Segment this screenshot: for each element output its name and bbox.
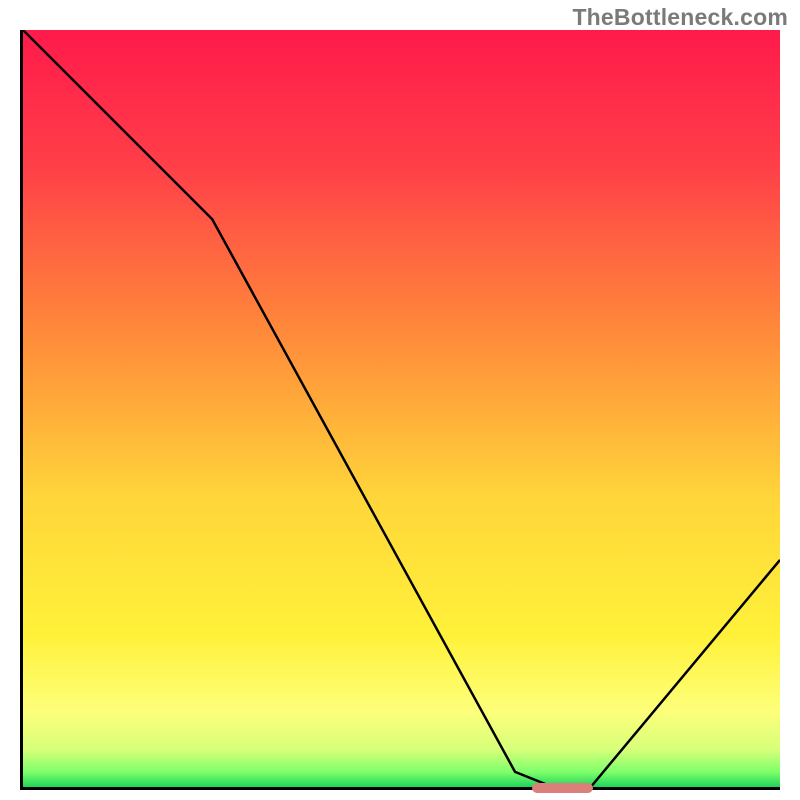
curve-layer (23, 30, 780, 787)
optimal-range-marker (532, 783, 593, 793)
chart-canvas: TheBottleneck.com (0, 0, 800, 800)
plot-frame (20, 30, 780, 790)
watermark-text: TheBottleneck.com (572, 4, 788, 31)
bottleneck-curve (23, 30, 780, 787)
